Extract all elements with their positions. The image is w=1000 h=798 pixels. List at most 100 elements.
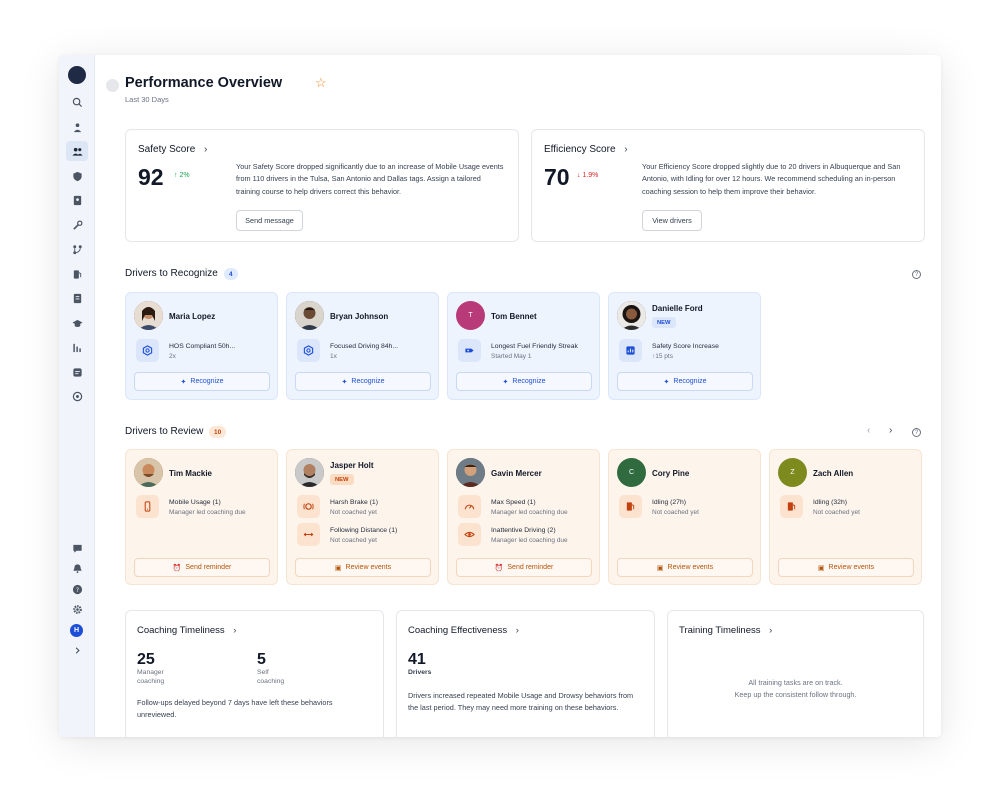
recognize-count-badge: 4 [224, 268, 238, 280]
send-reminder-button[interactable]: ⏰ Send reminder [134, 558, 270, 577]
recognize-button[interactable]: ✦ Recognize [134, 372, 270, 391]
recognize-section-title: Drivers to Recognize [125, 268, 218, 279]
review-card: Z Zach Allen Idling (32h) Not coached ye… [769, 449, 922, 585]
safety-score-title[interactable]: Safety Score › [138, 144, 207, 155]
chat-icon[interactable] [66, 538, 88, 558]
driver-name: Gavin Mercer [491, 469, 542, 478]
help-icon[interactable]: ? [66, 579, 88, 599]
event-status: Manager led coaching due [491, 509, 568, 516]
route-icon[interactable] [66, 117, 88, 137]
favorite-star-icon[interactable]: ☆ [315, 75, 327, 91]
send-reminder-button[interactable]: ⏰ Send reminder [456, 558, 592, 577]
review-card: Gavin Mercer Max Speed (1) Manager led c… [447, 449, 600, 585]
search-icon[interactable] [66, 92, 88, 112]
event-status: Manager led coaching due [169, 509, 246, 516]
training-timeliness-title[interactable]: Training Timeliness › [679, 625, 772, 636]
bell-icon[interactable] [66, 558, 88, 578]
achievement-detail: Started May 1 [491, 353, 532, 360]
sparkle-icon: ✦ [502, 378, 509, 386]
prev-arrow-icon[interactable]: ‹ [867, 425, 870, 436]
view-drivers-button[interactable]: View drivers [642, 210, 702, 231]
manager-coaching-label: Manager coaching [137, 669, 165, 685]
recognize-card: Maria Lopez HOS Compliant 50h... 2x ✦ Rec… [125, 292, 278, 400]
achievement-title: Longest Fuel Friendly Streak [491, 343, 578, 350]
help-icon[interactable]: ? [912, 428, 921, 437]
fuel-icon[interactable] [66, 264, 88, 284]
manager-coaching-value: 25 [137, 651, 155, 668]
expand-icon[interactable] [66, 640, 88, 660]
review-card: C Cory Pine Idling (27h) Not coached yet… [608, 449, 761, 585]
app-window: ? H Performance Overview ☆ Last 30 Days … [59, 55, 941, 737]
routes-icon[interactable] [66, 239, 88, 259]
drivers-icon[interactable] [66, 141, 88, 161]
driver-name: Danielle Ford [652, 304, 703, 313]
new-badge: NEW [652, 317, 676, 328]
avatar [295, 458, 324, 487]
safety-score-icon [619, 339, 642, 362]
efficiency-score-title[interactable]: Efficiency Score › [544, 144, 628, 155]
recognize-card: Bryan Johnson Focused Driving 84h... 1x … [286, 292, 439, 400]
training-status-line1: All training tasks are on track. [748, 678, 843, 687]
page-title: Performance Overview [125, 75, 283, 91]
max-speed-icon [458, 495, 481, 518]
training-status-line2: Keep up the consistent follow through. [734, 690, 857, 699]
driver-name: Tom Bennet [491, 312, 537, 321]
coaching-timeliness-title[interactable]: Coaching Timeliness › [137, 625, 236, 636]
recognize-button[interactable]: ✦ Recognize [295, 372, 431, 391]
following-distance-icon [297, 523, 320, 546]
event-title: Harsh Brake (1) [330, 499, 378, 506]
efficiency-score-value: 70 [544, 164, 570, 190]
review-section-title: Drivers to Review [125, 426, 204, 437]
fuel-streak-icon [458, 339, 481, 362]
training-icon[interactable] [66, 313, 88, 333]
send-message-button[interactable]: Send message [236, 210, 303, 231]
coaching-timeliness-card: Coaching Timeliness › 25 Manager coachin… [125, 610, 384, 737]
idling-fuel-icon [619, 495, 642, 518]
efficiency-score-card: Efficiency Score › 70 ↓ 1.9% Your Effici… [531, 129, 925, 242]
id-card-icon[interactable] [66, 190, 88, 210]
video-icon: ▣ [817, 564, 825, 572]
sparkle-icon: ✦ [341, 378, 348, 386]
event-title: Max Speed (1) [491, 499, 536, 506]
gear-icon[interactable] [66, 599, 88, 619]
wrench-icon[interactable] [66, 215, 88, 235]
recognize-card: Danielle Ford NEW Safety Score Increase … [608, 292, 761, 400]
logo-icon[interactable] [68, 66, 86, 84]
user-avatar[interactable]: H [70, 624, 83, 637]
new-badge: NEW [330, 474, 354, 485]
next-arrow-icon[interactable]: › [889, 425, 892, 436]
help-icon[interactable]: ? [912, 270, 921, 279]
idling-fuel-icon [780, 495, 803, 518]
achievement-title: Safety Score Increase [652, 343, 719, 350]
messages-icon[interactable] [66, 362, 88, 382]
event-status: Not coached yet [813, 509, 860, 516]
report-icon[interactable] [66, 288, 88, 308]
safety-score-delta: ↑ 2% [174, 172, 190, 179]
alarm-icon: ⏰ [172, 564, 182, 572]
review-card: Tim Mackie Mobile Usage (1) Manager led … [125, 449, 278, 585]
event-status: Not coached yet [330, 537, 377, 544]
chart-icon[interactable] [66, 337, 88, 357]
self-coaching-label: Self coaching [257, 669, 285, 685]
avatar [295, 301, 324, 330]
review-events-button[interactable]: ▣ Review events [778, 558, 914, 577]
sidebar: ? H [59, 55, 95, 737]
shield-icon[interactable] [66, 166, 88, 186]
coaching-timeliness-description: Follow-ups delayed beyond 7 days have le… [137, 698, 333, 720]
recognize-button[interactable]: ✦ Recognize [456, 372, 592, 391]
coaching-effectiveness-title[interactable]: Coaching Effectiveness › [408, 625, 519, 636]
sparkle-icon: ✦ [180, 378, 187, 386]
review-events-button[interactable]: ▣ Review events [295, 558, 431, 577]
recognize-button[interactable]: ✦ Recognize [617, 372, 753, 391]
chevron-right-icon: › [769, 625, 773, 636]
avatar [617, 301, 646, 330]
chevron-right-icon: › [624, 144, 628, 155]
target-icon[interactable] [66, 386, 88, 406]
driver-name: Maria Lopez [169, 312, 216, 321]
avatar: C [617, 458, 646, 487]
chevron-right-icon: › [233, 625, 237, 636]
safety-score-value: 92 [138, 164, 164, 190]
alarm-icon: ⏰ [494, 564, 504, 572]
review-events-button[interactable]: ▣ Review events [617, 558, 753, 577]
harsh-brake-icon [297, 495, 320, 518]
